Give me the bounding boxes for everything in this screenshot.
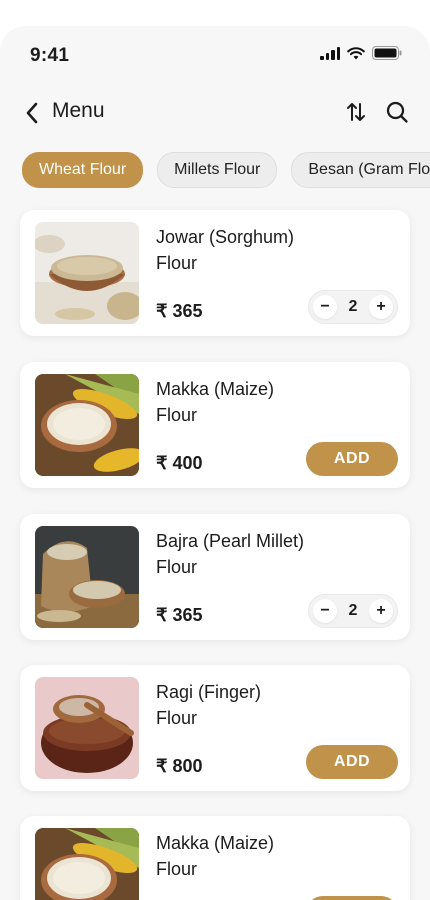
product-price: ₹ 365 xyxy=(156,605,203,625)
maize-flour-image xyxy=(35,828,139,900)
product-name-line2: Flour xyxy=(156,859,198,879)
product-name-line1: Jowar (Sorghum) xyxy=(156,227,295,247)
ragi-flour-image xyxy=(35,677,139,779)
product-name-line2: Flour xyxy=(156,708,198,728)
quantity-stepper: − 2 + xyxy=(308,290,398,324)
jowar-flour-image xyxy=(35,222,139,324)
product-name-line1: Makka (Maize) xyxy=(156,833,275,853)
wifi-icon xyxy=(347,46,365,59)
product-price: ₹ 400 xyxy=(156,453,203,473)
product-card[interactable]: Makka (Maize) Flour xyxy=(20,816,410,900)
product-name-line1: Makka (Maize) xyxy=(156,379,275,399)
category-tabs: Wheat Flour Millets Flour Besan (Gram Flou… xyxy=(22,152,430,188)
maize-flour-image xyxy=(35,374,139,476)
product-card[interactable]: Makka (Maize) Flour ₹ 400 ADD xyxy=(20,362,410,488)
product-card[interactable]: Ragi (Finger) Flour ₹ 800 ADD xyxy=(20,665,410,791)
add-to-cart-button[interactable] xyxy=(306,896,398,900)
battery-icon xyxy=(372,46,402,60)
product-name: Makka (Maize) Flour xyxy=(156,376,326,428)
search-icon xyxy=(386,101,408,123)
category-chip-besan[interactable]: Besan (Gram Flour) xyxy=(291,152,430,188)
add-to-cart-button[interactable]: ADD xyxy=(306,745,398,779)
bajra-flour-image xyxy=(35,526,139,628)
status-icons xyxy=(320,46,402,60)
app-screen: 9:41 Menu Wheat Flour Millets Flour Besa… xyxy=(0,26,430,900)
chevron-left-icon xyxy=(26,102,38,124)
product-price: ₹ 365 xyxy=(156,301,203,321)
search-button[interactable] xyxy=(384,98,410,126)
quantity-stepper: − 2 + xyxy=(308,594,398,628)
product-name-line1: Ragi (Finger) xyxy=(156,682,262,702)
product-name-line1: Bajra (Pearl Millet) xyxy=(156,531,305,551)
increment-button[interactable]: + xyxy=(369,599,393,623)
page-title: Menu xyxy=(52,99,105,122)
product-name: Bajra (Pearl Millet) Flour xyxy=(156,528,326,580)
product-card[interactable]: Bajra (Pearl Millet) Flour ₹ 365 − 2 + xyxy=(20,514,410,640)
status-time: 9:41 xyxy=(30,45,70,66)
sort-button[interactable] xyxy=(344,98,368,126)
category-chip-wheat-flour[interactable]: Wheat Flour xyxy=(22,152,144,188)
add-to-cart-button[interactable]: ADD xyxy=(306,442,398,476)
product-price: ₹ 800 xyxy=(156,756,203,776)
quantity-value: 2 xyxy=(348,298,358,315)
product-name: Ragi (Finger) Flour xyxy=(156,679,326,731)
increment-button[interactable]: + xyxy=(369,295,393,319)
sort-icon xyxy=(347,103,365,121)
product-name-line2: Flour xyxy=(156,405,198,425)
category-chip-millets-flour[interactable]: Millets Flour xyxy=(157,152,278,188)
product-name: Makka (Maize) Flour xyxy=(156,830,326,882)
decrement-button[interactable]: − xyxy=(313,599,337,623)
cellular-signal-icon xyxy=(320,46,340,60)
decrement-button[interactable]: − xyxy=(313,295,337,319)
product-name: Jowar (Sorghum) Flour xyxy=(156,224,326,276)
back-button[interactable] xyxy=(20,98,44,128)
top-app-bar: Menu xyxy=(0,96,430,136)
product-card[interactable]: Jowar (Sorghum) Flour ₹ 365 − 2 + xyxy=(20,210,410,336)
status-bar: 9:41 xyxy=(0,26,430,86)
product-name-line2: Flour xyxy=(156,557,198,577)
product-name-line2: Flour xyxy=(156,253,198,273)
quantity-value: 2 xyxy=(348,602,358,619)
